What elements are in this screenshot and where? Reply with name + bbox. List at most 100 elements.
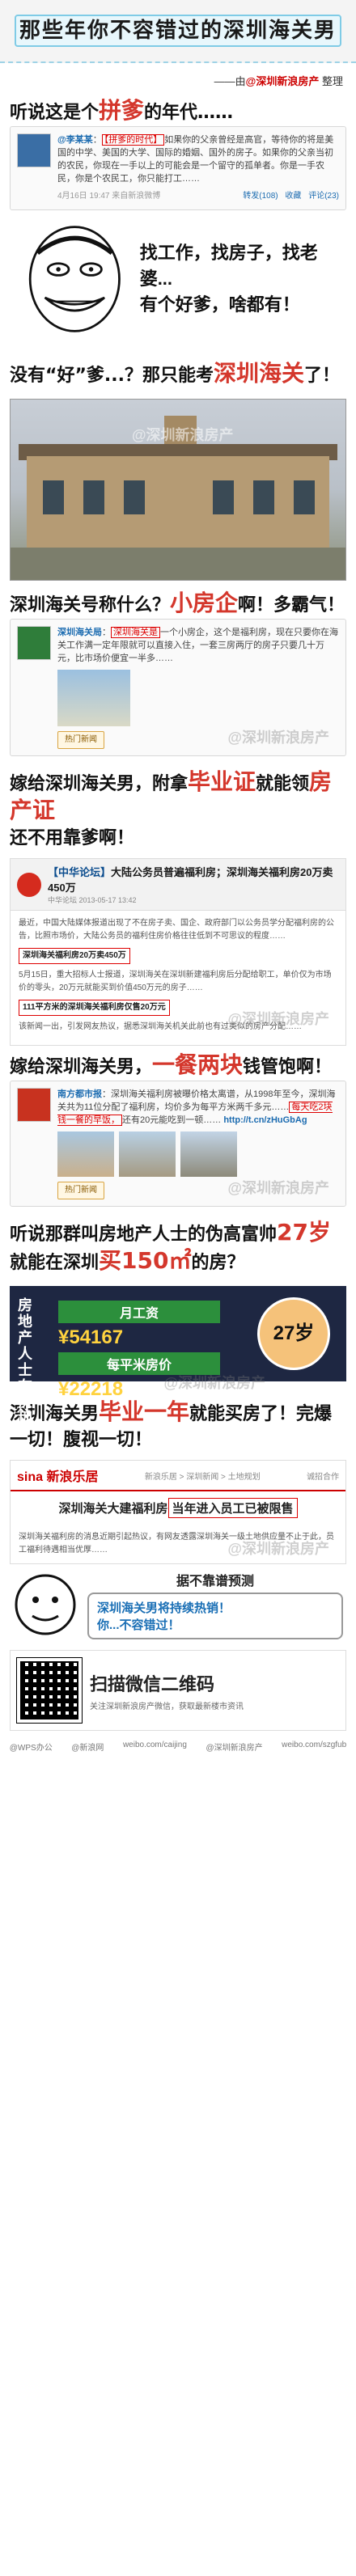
speech-bubble: 深圳海关男将持续热销！ 你...不容错过！ <box>87 1593 343 1639</box>
heading-text: 啊！多霸气！ <box>238 595 345 615</box>
section-heading: 听说那群叫房地产人士的伪高富帅27岁 就能在深圳买150㎡的房？ <box>10 1220 346 1276</box>
news-title[interactable]: 【中华论坛】大陆公务员普遍福利房；深圳海关福利房20万卖450万 <box>48 864 339 895</box>
news-highlight: 111平方米的深圳海关福利房仅售20万元 <box>19 1000 170 1016</box>
page-title: 那些年你不容错过的深圳海关男 <box>15 15 341 47</box>
qr-text: 扫描微信二维码 关注深圳新浪房产微信，获取最新楼市资讯 <box>90 1670 339 1711</box>
building-window <box>124 480 145 514</box>
footer-link[interactable]: weibo.com/caijing <box>123 1741 187 1753</box>
credit-brand-link[interactable]: @深圳新浪房产 <box>246 75 320 87</box>
comic-caption: 找工作，找房子，找老婆... 有个好爹，啥都有！ <box>140 240 333 318</box>
heading-highlight: 27岁 <box>277 1219 331 1246</box>
comment-button[interactable]: 评论(23) <box>308 192 339 201</box>
avatar[interactable] <box>17 1088 51 1122</box>
watermark: @深圳新浪房产 <box>227 1180 329 1196</box>
heading-text: 就能在深圳 <box>10 1253 100 1273</box>
heading-text: 还不用靠爹啊！ <box>10 828 135 848</box>
heading-text: 嫁给深圳海关男， <box>10 1057 153 1077</box>
qr-code[interactable] <box>16 1657 83 1724</box>
favorite-button[interactable]: 收藏 <box>285 192 301 201</box>
hot-news-button[interactable]: 热门新闻 <box>57 1182 104 1199</box>
hot-news-button[interactable]: 热门新闻 <box>57 731 104 749</box>
building-window <box>294 480 315 514</box>
footer-link[interactable]: weibo.com/szgfub <box>282 1741 346 1753</box>
weibo-body: @李某某： 【拼爹的时代】 如果你的父亲曾经是高官，等待你的将是美国的中学、美国的大… <box>57 133 339 203</box>
avatar[interactable] <box>17 133 51 167</box>
sina-right-link[interactable]: 诚招合作 <box>307 1470 339 1482</box>
ground <box>11 548 345 580</box>
heading-highlight: 深圳海关 <box>214 360 305 387</box>
weibo-card: 深圳海关局： 深圳海关是 一个小房企，这个是福利房，现在只要你在海关工作满一定年限就… <box>10 619 346 756</box>
heading-text: 听说这是个 <box>10 103 100 123</box>
comic-line: 找工作，找房子，找老婆... <box>139 243 318 289</box>
salary-value: ¥54167 <box>58 1326 124 1348</box>
sina-title-highlight: 当年进入员工已被限售 <box>167 1498 298 1518</box>
weibo-image[interactable] <box>57 670 130 726</box>
prediction-heading: 据不靠谱预测 <box>176 1575 254 1588</box>
heading-text: 没有“好”爹...？那只能考 <box>10 366 214 386</box>
footer-links: @WPS办公 @新浪网 weibo.com/caijing @深圳新浪房产 we… <box>0 1736 356 1762</box>
breadcrumb[interactable]: 新浪乐居 > 深圳新闻 > 土地规划 <box>145 1470 261 1482</box>
heading-highlight: 毕业一年 <box>99 1398 190 1425</box>
footer-link[interactable]: @深圳新浪房产 <box>206 1741 262 1753</box>
troll-face-icon <box>28 226 121 332</box>
news-header: 【中华论坛】大陆公务员普遍福利房；深圳海关福利房20万卖450万 中华论坛 20… <box>11 859 345 911</box>
prediction-panel: 据不靠谱预测 深圳海关男将持续热销！ 你...不容错过！ <box>0 1564 356 1645</box>
section-salary: 听说那群叫房地产人士的伪高富帅27岁 就能在深圳买150㎡的房？ <box>0 1213 356 1283</box>
weibo-actions: 4月16日 19:47 来自新浪微博 转发(108) 收藏 评论(23) <box>57 190 339 203</box>
weibo-images <box>57 1131 339 1177</box>
credit-suffix: 整理 <box>321 75 343 87</box>
news-brand: 【中华论坛】 <box>48 866 112 878</box>
weibo-image[interactable] <box>119 1131 176 1177</box>
footer-link[interactable]: @WPS办公 <box>10 1741 53 1753</box>
weibo-author-link[interactable]: @李某某 <box>57 135 93 145</box>
news-highlight: 深圳海关福利房20万卖450万 <box>19 948 130 964</box>
weibo-image[interactable] <box>180 1131 237 1177</box>
sina-title: 深圳海关大建福利房 当年进入员工已被限售 <box>11 1491 345 1525</box>
news-paragraph: 5月15日，重大招标人士报道，深圳海关在深圳新建福利房后分配给职工，单价仅为市场… <box>19 971 332 992</box>
qr-title: 扫描微信二维码 <box>90 1673 215 1694</box>
heading-highlight: 一餐两块 <box>152 1051 244 1078</box>
heading-text: 了！ <box>304 366 341 386</box>
footer-link[interactable]: @新浪网 <box>71 1741 104 1753</box>
weibo-colon: ： <box>92 135 102 145</box>
building-body <box>27 456 329 553</box>
credit-prefix: ——由 <box>214 75 246 87</box>
salary-label: 月工资 <box>58 1301 220 1323</box>
qr-subtitle: 关注深圳新浪房产微信，获取最新楼市资讯 <box>90 1702 244 1711</box>
weibo-image[interactable] <box>57 1131 114 1177</box>
weibo-author-link[interactable]: 南方都市报 <box>57 1089 102 1099</box>
title-banner: 那些年你不容错过的深圳海关男 <box>0 0 356 63</box>
sina-header: sina 新浪乐居 新浪乐居 > 深圳新闻 > 土地规划 诚招合作 <box>11 1461 345 1491</box>
comic-panel: 找工作，找房子，找老婆... 有个好爹，啥都有！ <box>10 210 346 348</box>
weibo-source[interactable]: 来自新浪微博 <box>112 192 160 201</box>
repost-button[interactable]: 转发(108) <box>243 192 278 201</box>
prediction-line: 深圳海关男将持续热销！ <box>97 1601 231 1615</box>
building-window <box>43 480 64 514</box>
weibo-author-link[interactable]: 深圳海关局 <box>57 628 102 637</box>
heading-text: 深圳海关号称什么？ <box>10 595 171 615</box>
weibo-highlight: 深圳海关是 <box>111 627 160 638</box>
news-article: 【中华论坛】大陆公务员普遍福利房；深圳海关福利房20万卖450万 中华论坛 20… <box>10 858 346 1046</box>
news-meta: 中华论坛 2013-05-17 13:42 <box>48 896 137 904</box>
weibo-text: 还有20元能吃到一顿…… <box>122 1115 222 1125</box>
section-pinde: 听说这是个拼爹的年代…… @李某某： 【拼爹的时代】 如果你的父亲曾经是高官，等待你… <box>0 91 356 354</box>
weibo-link[interactable]: http://t.cn/zHuGbAg <box>223 1115 307 1125</box>
heading-highlight: 毕业证 <box>188 768 256 795</box>
watermark: @深圳新浪房产 <box>227 730 329 746</box>
watermark: @深圳新浪房产 <box>163 1375 265 1391</box>
prediction-line: 你...不容错过！ <box>97 1618 180 1632</box>
poster-side-text: 房地产人士在深圳 <box>18 1297 32 1427</box>
section-diploma: 嫁给深圳海关男，附拿毕业证就能领房产证 还不用靠爹啊！ <box>0 763 356 858</box>
heading-text: 就能领 <box>256 774 310 794</box>
weibo-time: 4月16日 19:47 <box>57 192 110 201</box>
heading-text: 的房？ <box>191 1253 245 1273</box>
building-window <box>213 480 234 514</box>
poster-figures: 月工资 ¥54167 每平米房价 ¥22218 <box>58 1297 220 1400</box>
salary-poster: 房地产人士在深圳 月工资 ¥54167 每平米房价 ¥22218 27岁 @深圳… <box>10 1286 346 1427</box>
section-heading: 嫁给深圳海关男，附拿毕业证就能领房产证 还不用靠爹啊！ <box>10 769 346 852</box>
avatar[interactable] <box>17 626 51 660</box>
flag-icon <box>17 872 41 897</box>
sina-logo[interactable]: sina 新浪乐居 <box>17 1466 98 1485</box>
weibo-card: 南方都市报：深圳海关福利房被曝价格太离谱，从1998年至今，深圳海关共为11位分… <box>10 1081 346 1207</box>
prediction-text: 据不靠谱预测 深圳海关男将持续热销！ 你...不容错过！ <box>87 1570 343 1639</box>
